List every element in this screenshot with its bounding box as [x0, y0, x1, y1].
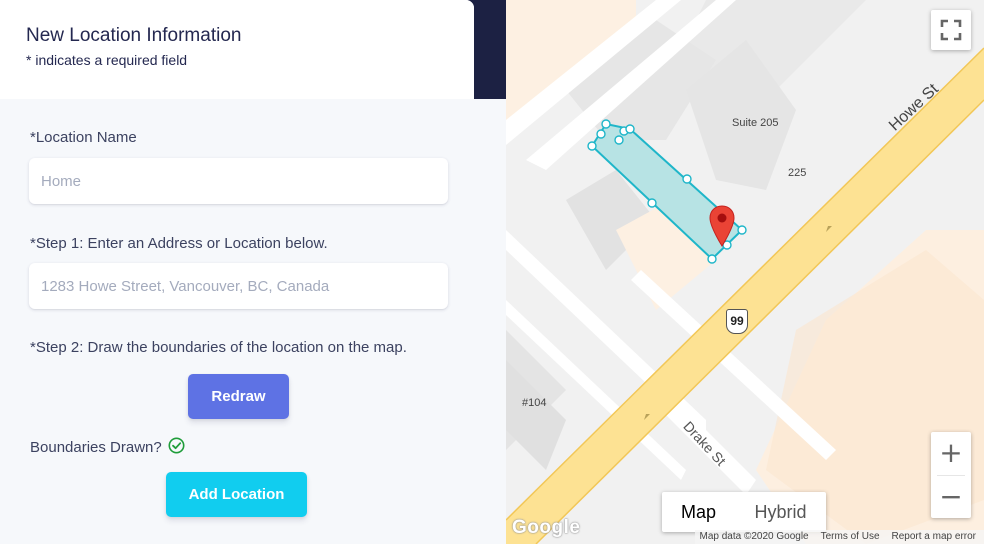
map-tiles	[506, 0, 984, 544]
step1-label: *Step 1: Enter an Address or Location be…	[30, 235, 328, 252]
boundaries-label: Boundaries Drawn?	[30, 439, 162, 456]
location-form-panel: New Location Information * indicates a r…	[0, 0, 474, 544]
attribution-data: Map data ©2020 Google	[699, 531, 809, 542]
zoom-control: + −	[931, 432, 971, 518]
map-type-control: Map Hybrid	[662, 492, 826, 532]
required-note: * indicates a required field	[26, 52, 188, 68]
route-number: 99	[730, 314, 744, 328]
zoom-out-button[interactable]: −	[931, 476, 971, 518]
label-104: #104	[522, 397, 547, 409]
route-shield: 99	[726, 309, 748, 334]
report-error-link[interactable]: Report a map error	[892, 530, 976, 544]
boundaries-status: Boundaries Drawn?	[30, 437, 185, 458]
check-circle-icon	[168, 437, 185, 458]
location-name-label: *Location Name	[30, 129, 137, 146]
form-title: New Location Information	[26, 25, 242, 46]
page-background	[474, 99, 506, 544]
zoom-in-button[interactable]: +	[931, 432, 971, 474]
add-location-button[interactable]: Add Location	[166, 472, 307, 517]
label-225: 225	[788, 167, 807, 179]
map-canvas[interactable]: 99 Suite 205 225 #104 Howe St Drake St +	[506, 0, 984, 544]
map-attribution: Map data ©2020 Google Terms of Use Repor…	[695, 530, 984, 544]
map-type-hybrid-button[interactable]: Hybrid	[735, 492, 826, 532]
map-type-map-button[interactable]: Map	[662, 492, 735, 532]
form-header: New Location Information * indicates a r…	[0, 0, 474, 99]
label-suite: Suite 205	[732, 117, 779, 129]
step2-label: *Step 2: Draw the boundaries of the loca…	[30, 339, 407, 356]
location-name-input[interactable]	[29, 158, 448, 204]
terms-link[interactable]: Terms of Use	[821, 530, 880, 544]
fullscreen-button[interactable]	[931, 10, 971, 50]
google-logo: Google	[512, 517, 581, 538]
redraw-button[interactable]: Redraw	[188, 374, 289, 419]
address-input[interactable]	[29, 263, 448, 309]
